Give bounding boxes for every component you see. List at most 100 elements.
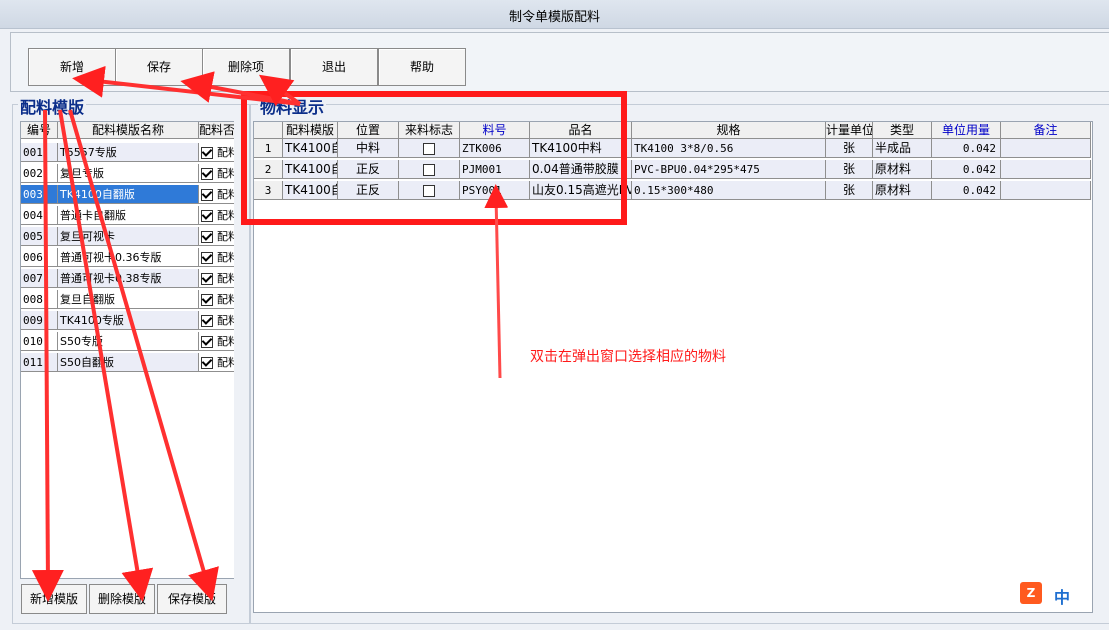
template-row-id[interactable]: 005 [21, 227, 58, 246]
material-cell-code[interactable]: PJM001 [460, 160, 530, 179]
save-button[interactable]: 保存 [115, 48, 203, 86]
template-flag-checkbox[interactable] [201, 273, 213, 285]
column-header-flag[interactable]: 配料否 [199, 122, 234, 139]
delete-item-button[interactable]: 删除项 [202, 48, 290, 86]
template-row-flag[interactable]: 配料 [199, 353, 234, 372]
material-cell-spec[interactable]: 0.15*300*480 [632, 181, 826, 200]
material-cell-code[interactable]: ZTK006 [460, 139, 530, 158]
column-header-qty[interactable]: 单位用量 [932, 122, 1001, 139]
incoming-checkbox[interactable] [423, 185, 435, 197]
material-cell-no[interactable]: 1 [254, 139, 283, 158]
template-row-flag[interactable]: 配料 [199, 206, 234, 225]
template-row-flag[interactable]: 配料 [199, 227, 234, 246]
save-template-button[interactable]: 保存模版 [157, 584, 227, 614]
material-cell-position[interactable]: 正反 [338, 181, 399, 200]
template-row-name[interactable]: 复旦自翻版 [58, 290, 199, 309]
column-header-id[interactable]: 编号 [21, 122, 58, 139]
incoming-checkbox[interactable] [423, 164, 435, 176]
material-cell-spec[interactable]: PVC-BPU0.04*295*475 [632, 160, 826, 179]
template-row-name[interactable]: 普通可视卡0.36专版 [58, 248, 199, 267]
template-row-flag[interactable]: 配料 [199, 185, 234, 204]
column-header-code[interactable]: 料号 [460, 122, 530, 139]
material-cell-type[interactable]: 原材料 [873, 181, 932, 200]
template-row-name[interactable]: T5557专版 [58, 143, 199, 162]
add-button[interactable]: 新增 [28, 48, 116, 86]
material-cell-incoming[interactable] [399, 181, 460, 200]
template-row-name[interactable]: S50自翻版 [58, 353, 199, 372]
exit-button[interactable]: 退出 [290, 48, 378, 86]
material-cell-qty[interactable]: 0.042 [932, 160, 1001, 179]
material-cell-qty[interactable]: 0.042 [932, 181, 1001, 200]
template-row-id[interactable]: 004 [21, 206, 58, 225]
template-row-name[interactable]: 普通卡自翻版 [58, 206, 199, 225]
template-row-name[interactable]: 复旦专版 [58, 164, 199, 183]
template-grid[interactable]: 编号 配料模版名称 配料否 001T5557专版配料002复旦专版配料003TK… [20, 121, 235, 579]
template-row-id[interactable]: 007 [21, 269, 58, 288]
material-cell-unit[interactable]: 张 [826, 139, 873, 158]
template-row-id[interactable]: 001 [21, 143, 58, 162]
material-cell-unit[interactable]: 张 [826, 181, 873, 200]
template-flag-checkbox[interactable] [201, 210, 213, 222]
template-row-flag[interactable]: 配料 [199, 290, 234, 309]
incoming-checkbox[interactable] [423, 143, 435, 155]
material-cell-remark[interactable] [1001, 139, 1091, 158]
template-row-id[interactable]: 009 [21, 311, 58, 330]
template-row-flag[interactable]: 配料 [199, 332, 234, 351]
template-flag-checkbox[interactable] [201, 252, 213, 264]
material-cell-template[interactable]: TK4100自翻 [283, 160, 338, 179]
template-flag-checkbox[interactable] [201, 189, 213, 201]
material-cell-name[interactable]: TK4100中料 [530, 139, 632, 158]
template-row-flag[interactable]: 配料 [199, 164, 234, 183]
template-row-name[interactable]: 复旦可视卡 [58, 227, 199, 246]
template-row-flag[interactable]: 配料 [199, 143, 234, 162]
delete-template-button[interactable]: 删除模版 [89, 584, 155, 614]
template-row-id[interactable]: 008 [21, 290, 58, 309]
help-button[interactable]: 帮助 [378, 48, 466, 86]
column-header-name[interactable]: 品名 [530, 122, 632, 139]
column-header-name[interactable]: 配料模版名称 [58, 122, 199, 139]
column-header-spec[interactable]: 规格 [632, 122, 826, 139]
template-row-flag[interactable]: 配料 [199, 248, 234, 267]
template-flag-checkbox[interactable] [201, 315, 213, 327]
column-header-unit[interactable]: 计量单位 [826, 122, 873, 139]
material-cell-type[interactable]: 原材料 [873, 160, 932, 179]
template-row-id[interactable]: 010 [21, 332, 58, 351]
material-cell-name[interactable]: 0.04普通带胶膜 [530, 160, 632, 179]
material-cell-type[interactable]: 半成品 [873, 139, 932, 158]
material-cell-incoming[interactable] [399, 139, 460, 158]
template-row-flag[interactable]: 配料 [199, 311, 234, 330]
material-cell-incoming[interactable] [399, 160, 460, 179]
template-flag-checkbox[interactable] [201, 336, 213, 348]
template-row-flag[interactable]: 配料 [199, 269, 234, 288]
template-row-name[interactable]: S50专版 [58, 332, 199, 351]
material-grid[interactable]: 配料模版 位置 来料标志 料号 品名 规格 计量单位 类型 单位用量 备注 1T… [253, 121, 1093, 613]
column-header-position[interactable]: 位置 [338, 122, 399, 139]
material-cell-template[interactable]: TK4100自翻 [283, 181, 338, 200]
column-header-template[interactable]: 配料模版 [283, 122, 338, 139]
material-cell-template[interactable]: TK4100自翻 [283, 139, 338, 158]
column-header-remark[interactable]: 备注 [1001, 122, 1091, 139]
template-flag-checkbox[interactable] [201, 168, 213, 180]
template-row-id[interactable]: 003 [21, 185, 58, 204]
material-cell-remark[interactable] [1001, 181, 1091, 200]
material-cell-qty[interactable]: 0.042 [932, 139, 1001, 158]
column-header-type[interactable]: 类型 [873, 122, 932, 139]
material-cell-spec[interactable]: TK4100 3*8/0.56 [632, 139, 826, 158]
material-cell-position[interactable]: 中料 [338, 139, 399, 158]
material-cell-no[interactable]: 2 [254, 160, 283, 179]
template-flag-checkbox[interactable] [201, 294, 213, 306]
template-row-id[interactable]: 006 [21, 248, 58, 267]
material-cell-remark[interactable] [1001, 160, 1091, 179]
template-row-name[interactable]: TK4100自翻版 [58, 185, 199, 204]
material-cell-no[interactable]: 3 [254, 181, 283, 200]
material-cell-code[interactable]: PSY001 [460, 181, 530, 200]
template-row-name[interactable]: TK4100专版 [58, 311, 199, 330]
template-row-id[interactable]: 011 [21, 353, 58, 372]
template-flag-checkbox[interactable] [201, 147, 213, 159]
add-template-button[interactable]: 新增模版 [21, 584, 87, 614]
material-cell-position[interactable]: 正反 [338, 160, 399, 179]
template-flag-checkbox[interactable] [201, 357, 213, 369]
template-flag-checkbox[interactable] [201, 231, 213, 243]
column-header-incoming[interactable]: 来料标志 [399, 122, 460, 139]
template-row-name[interactable]: 普通可视卡0.38专版 [58, 269, 199, 288]
